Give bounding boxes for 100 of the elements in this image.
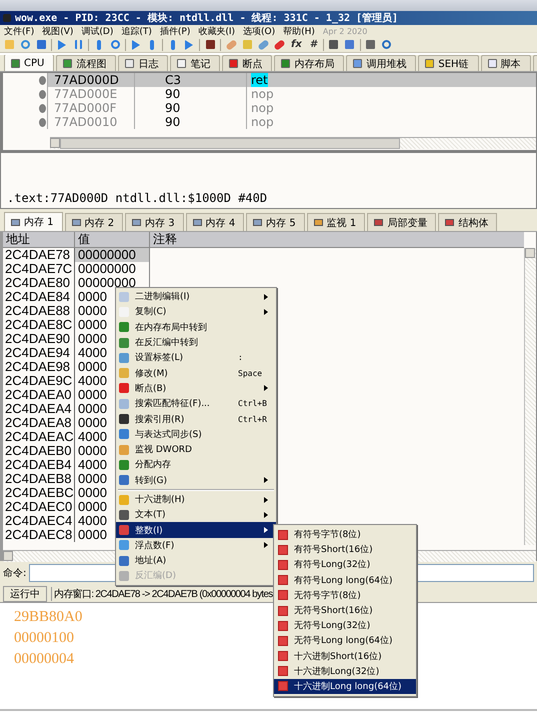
output-line: 00000100 <box>14 629 74 648</box>
toolbar-button[interactable]: fx <box>289 39 304 50</box>
tab[interactable]: 内存 5 <box>246 213 305 231</box>
menu-item[interactable]: 有符号Long(32位) <box>274 557 416 573</box>
menu-item[interactable]: 十六进制Long(32位) <box>274 664 416 679</box>
gutter-dot-icon[interactable] <box>39 118 46 126</box>
menu-item[interactable]: 文件(F) <box>4 24 34 38</box>
bytes-cell: 90 <box>135 115 247 129</box>
stop-icon[interactable] <box>35 38 47 50</box>
tab[interactable]: 内存 1 <box>4 212 63 231</box>
submenu-arrow-icon <box>264 542 268 548</box>
menu-item[interactable]: 插件(P) <box>160 24 190 38</box>
address-cell: 2C4DAEA4 <box>3 402 75 416</box>
submenu-arrow-icon <box>264 512 268 518</box>
address-cell: 2C4DAE90 <box>3 332 75 346</box>
address-cell: 2C4DAEB4 <box>3 458 75 472</box>
submenu-arrow-icon <box>264 496 268 502</box>
gutter-dot-icon[interactable] <box>39 104 46 112</box>
address-cell: 2C4DAEA8 <box>3 416 75 430</box>
menu-item[interactable]: 十六进制Short(16位) <box>274 648 416 664</box>
column-header[interactable]: 值 <box>75 232 150 247</box>
menu-item[interactable]: 无符号Long long(64位) <box>274 633 416 648</box>
address-cell: 2C4DAE84 <box>3 290 75 304</box>
address-cell: 77AD000F <box>48 101 135 115</box>
horizontal-scrollbar[interactable] <box>50 137 536 149</box>
address-cell: 2C4DAEC0 <box>3 500 75 514</box>
address-cell: 2C4DAEA0 <box>3 388 75 402</box>
address-cell: 2C4DAEC8 <box>3 528 75 542</box>
instruction-cell: nop <box>251 115 274 129</box>
tab[interactable]: 内存布局 <box>274 55 344 71</box>
gutter-dot-icon[interactable] <box>39 76 46 84</box>
instruction-cell: ret <box>251 73 268 87</box>
menu-item[interactable]: 无符号Short(16位) <box>274 602 416 618</box>
address-cell: 2C4DAEBC <box>3 486 75 500</box>
menu-item[interactable]: 帮助(H) <box>283 24 315 38</box>
vertical-scrollbar[interactable] <box>524 248 536 545</box>
instruction-cell: nop <box>251 87 274 101</box>
address-cell: 2C4DAE7C <box>3 262 75 276</box>
tab[interactable]: 日志 <box>118 55 168 71</box>
bytes-cell: 90 <box>135 87 247 101</box>
tab[interactable]: 流程图 <box>56 55 116 71</box>
submenu-arrow-icon <box>264 477 268 484</box>
address-cell: 77AD000E <box>48 87 135 101</box>
tab[interactable]: SEH链 <box>418 55 479 71</box>
submenu-arrow-icon <box>264 294 268 300</box>
address-cell: 2C4DAE8C <box>3 318 75 332</box>
address-cell: 2C4DAE9C <box>3 374 75 388</box>
run-state: 运行中 <box>3 586 47 602</box>
submenu-arrow-icon <box>264 308 268 315</box>
menu-item[interactable]: 十六进制(H) <box>116 492 276 508</box>
menu-item[interactable]: 无符号Long(32位) <box>274 618 416 634</box>
tab[interactable]: 局部变量 <box>367 213 436 231</box>
menu-item[interactable]: 选项(O) <box>243 24 276 38</box>
tab[interactable]: 断点 <box>222 55 272 71</box>
bytes-cell: 90 <box>135 101 247 115</box>
submenu-arrow-icon <box>264 385 268 392</box>
address-cell: 2C4DAE88 <box>3 304 75 318</box>
address-cell: 2C4DAEC4 <box>3 514 75 528</box>
menu-item[interactable]: 有符号Long long(64位) <box>274 572 416 588</box>
menu-item[interactable]: 有符号字节(8位) <box>274 527 416 542</box>
submenu-arrow-icon <box>264 527 268 534</box>
value-cell: 00000000 <box>75 262 150 276</box>
tab[interactable]: 脚本 <box>480 55 531 71</box>
menu-item[interactable]: 调试(D) <box>81 24 114 38</box>
build-date: Apr 2 2020 <box>322 26 368 36</box>
menu-item[interactable]: 整数(I) <box>116 522 276 538</box>
address-cell: 2C4DAEB8 <box>3 472 75 486</box>
menu-item[interactable]: 追踪(T) <box>121 24 152 38</box>
value-cell: 00000000 <box>75 248 150 262</box>
menu-item[interactable]: 转到(G) <box>116 472 276 488</box>
menu-item[interactable]: 收藏夹(I) <box>198 24 236 38</box>
address-cell: 77AD0010 <box>48 115 135 129</box>
address-cell: 2C4DAE98 <box>3 360 75 374</box>
address-cell: 2C4DAE80 <box>3 276 75 290</box>
pause-icon[interactable] <box>72 38 84 50</box>
menu-item[interactable]: 十六进制Long long(64位) <box>274 678 416 694</box>
tab[interactable]: CPU <box>4 55 54 71</box>
tab[interactable]: 内存 4 <box>186 213 244 231</box>
menu-item[interactable]: 有符号Short(16位) <box>274 542 416 558</box>
menu-item[interactable]: 无符号字节(8位) <box>274 588 416 603</box>
menu-item[interactable]: 地址(A) <box>116 553 276 568</box>
gutter-dot-icon[interactable] <box>39 90 46 98</box>
address-cell: 2C4DAEB0 <box>3 444 75 458</box>
address-cell: 2C4DAEAC <box>3 430 75 444</box>
toolbar-button[interactable]: # <box>308 39 319 50</box>
instruction-cell: nop <box>251 101 274 115</box>
info-line: .text:77AD000D ntdll.dll:$1000D #40D <box>7 191 268 205</box>
tab[interactable]: 监视 1 <box>306 213 366 231</box>
output-line: 00000004 <box>14 650 74 669</box>
bytes-cell: C3 <box>135 73 247 87</box>
tab[interactable]: 内存 2 <box>64 213 124 231</box>
tab[interactable]: 笔记 <box>170 55 220 71</box>
tab[interactable]: 调用堆栈 <box>346 55 416 71</box>
tab[interactable]: 内存 3 <box>125 213 184 231</box>
column-header[interactable]: 注释 <box>150 232 524 247</box>
command-label: 命令: <box>3 567 26 580</box>
column-header[interactable]: 地址 <box>3 232 75 247</box>
tab[interactable]: 结构体 <box>438 213 498 231</box>
menu-item[interactable]: 视图(V) <box>42 24 74 38</box>
address-cell: 2C4DAE94 <box>3 346 75 360</box>
